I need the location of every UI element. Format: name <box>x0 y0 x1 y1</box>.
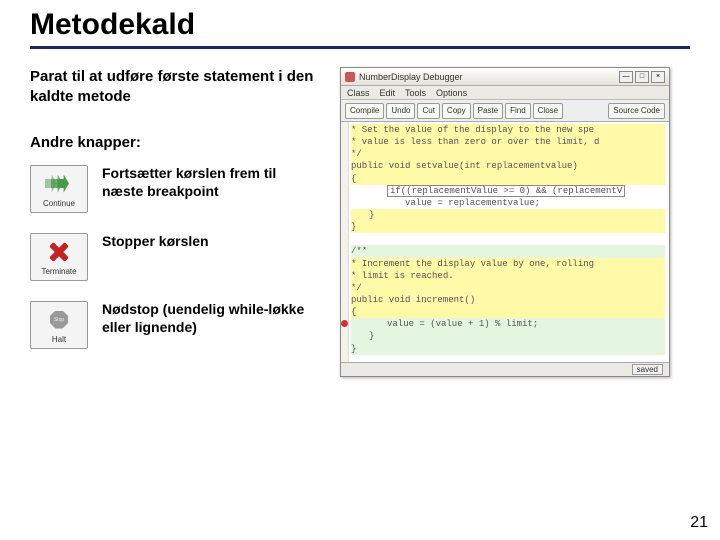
code-line: } <box>351 330 665 342</box>
code-line: */ <box>351 148 665 160</box>
menu-item[interactable]: Tools <box>405 88 426 98</box>
code-line: { <box>351 173 665 185</box>
halt-row: Stop Halt Nødstop (uendelig while-løkke … <box>30 301 320 349</box>
window-min-button[interactable]: — <box>619 71 633 83</box>
debugger-menubar: Class Edit Tools Options <box>341 86 669 100</box>
menu-item[interactable]: Class <box>347 88 370 98</box>
code-line <box>351 233 669 245</box>
status-saved: saved <box>632 364 663 375</box>
halt-stop-icon: Stop <box>50 307 68 333</box>
code-line: public void increment() <box>351 294 665 306</box>
tool-find[interactable]: Find <box>505 103 531 119</box>
title-underline <box>30 46 690 49</box>
tool-paste[interactable]: Paste <box>473 103 503 119</box>
code-line: * value is less than zero or over the li… <box>351 136 665 148</box>
debugger-toolbar: Compile Undo Cut Copy Paste Find Close S… <box>341 100 669 122</box>
continue-button[interactable]: Continue <box>30 165 88 213</box>
tool-sourcecode[interactable]: Source Code <box>608 103 665 119</box>
tool-undo[interactable]: Undo <box>386 103 415 119</box>
debugger-titlebar: NumberDisplay Debugger — □ × <box>341 68 669 86</box>
app-badge-icon <box>345 72 355 82</box>
window-max-button[interactable]: □ <box>635 71 649 83</box>
debugger-window: NumberDisplay Debugger — □ × Class Edit … <box>340 67 670 377</box>
tool-copy[interactable]: Copy <box>442 103 471 119</box>
halt-desc: Nødstop (uendelig while-løkke eller lign… <box>102 301 320 336</box>
terminate-desc: Stopper kørslen <box>102 233 209 251</box>
menu-item[interactable]: Options <box>436 88 467 98</box>
code-line: */ <box>351 282 665 294</box>
continue-row: Continue Fortsætter kørslen frem til næs… <box>30 165 320 213</box>
continue-label: Continue <box>43 199 75 208</box>
code-line: value = (value + 1) % limit; <box>351 318 665 330</box>
page-number: 21 <box>690 514 708 532</box>
code-line: } <box>351 221 665 233</box>
code-line: * limit is reached. <box>351 270 665 282</box>
left-column: Parat til at udføre første statement i d… <box>30 67 320 377</box>
tool-compile[interactable]: Compile <box>345 103 384 119</box>
code-line: { <box>351 306 665 318</box>
halt-label: Halt <box>52 335 66 344</box>
terminate-label: Terminate <box>41 267 76 276</box>
status-bar: saved <box>341 362 669 376</box>
terminate-x-icon <box>48 239 70 265</box>
menu-item[interactable]: Edit <box>380 88 396 98</box>
halt-button[interactable]: Stop Halt <box>30 301 88 349</box>
right-column: NumberDisplay Debugger — □ × Class Edit … <box>340 67 690 377</box>
code-area[interactable]: * Set the value of the display to the ne… <box>341 122 669 362</box>
window-close-button[interactable]: × <box>651 71 665 83</box>
code-line: /** <box>351 245 665 257</box>
content-area: Parat til at udføre første statement i d… <box>0 67 720 377</box>
slide-title: Metodekald <box>30 8 690 46</box>
code-line: } <box>351 209 665 221</box>
tool-cut[interactable]: Cut <box>417 103 439 119</box>
code-line: * Increment the display value by one, ro… <box>351 258 665 270</box>
code-line: } <box>351 343 665 355</box>
code-line: * Set the value of the display to the ne… <box>351 124 665 136</box>
terminate-row: Terminate Stopper kørslen <box>30 233 320 281</box>
code-line: value = replacementvalue; <box>351 197 669 209</box>
debugger-title: NumberDisplay Debugger <box>345 72 463 82</box>
tool-close[interactable]: Close <box>533 103 563 119</box>
terminate-button[interactable]: Terminate <box>30 233 88 281</box>
sub-heading: Andre knapper: <box>30 134 320 151</box>
code-line: public void setvalue(int replacementvalu… <box>351 160 665 172</box>
intro-text: Parat til at udføre første statement i d… <box>30 67 320 106</box>
continue-arrows-icon <box>45 171 73 197</box>
continue-desc: Fortsætter kørslen frem til næste breakp… <box>102 165 320 200</box>
